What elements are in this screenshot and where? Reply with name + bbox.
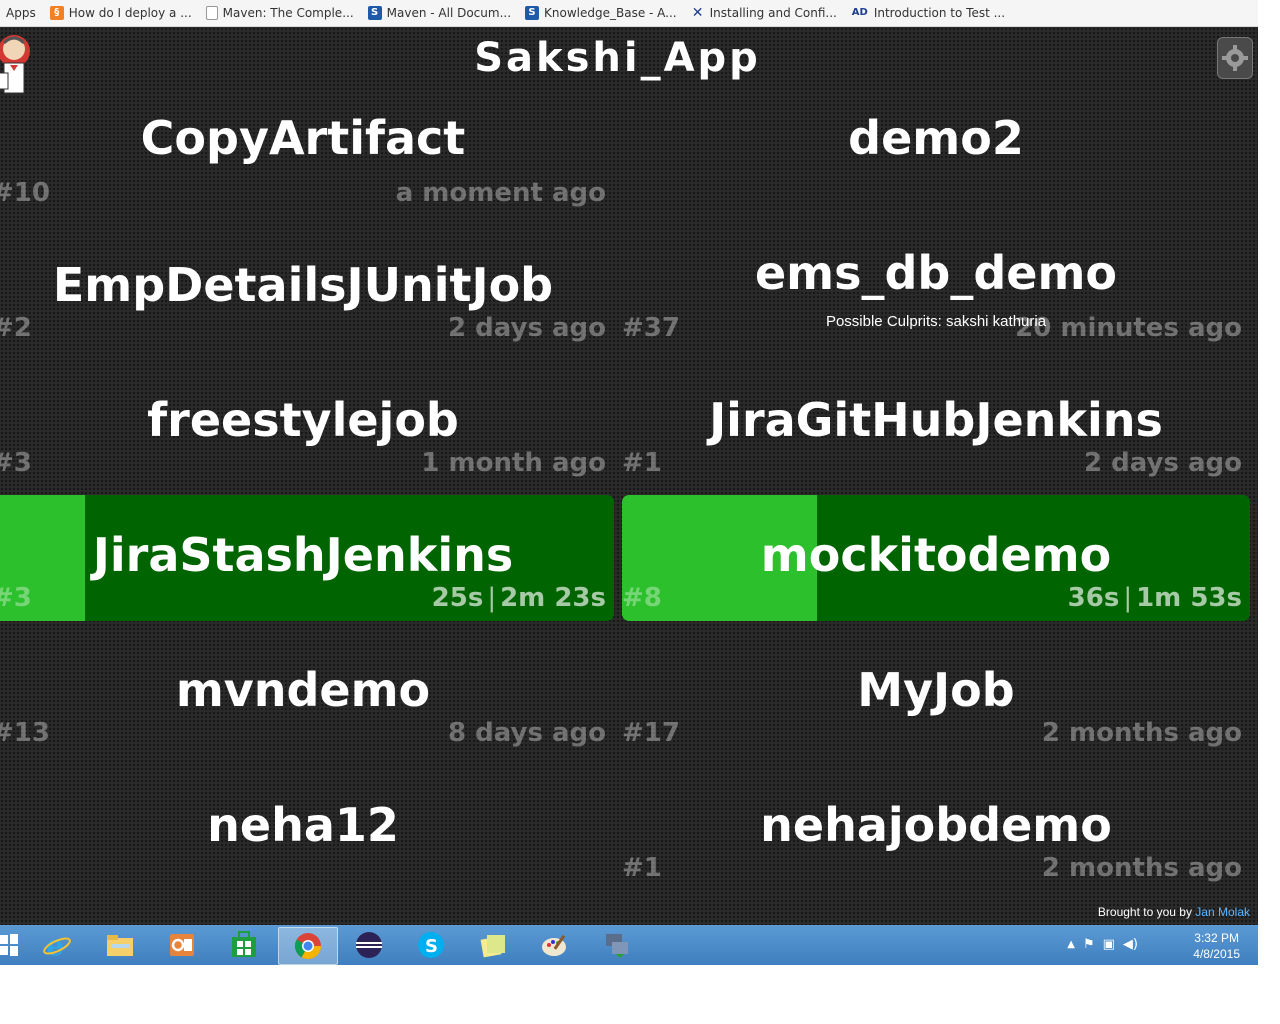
bookmark-apps[interactable]: Apps xyxy=(6,6,36,20)
outlook-icon[interactable] xyxy=(153,927,211,963)
job-name: demo2 xyxy=(848,111,1024,165)
build-time: 8 days ago xyxy=(448,718,606,748)
job-tile-jiragithubjenkins[interactable]: JiraGitHubJenkins #1 2 days ago xyxy=(622,360,1250,486)
chrome-icon[interactable] xyxy=(278,927,338,965)
clock-date: 4/8/2015 xyxy=(1193,947,1240,961)
credit-line: Brought to you by Jan Molak xyxy=(1098,905,1250,919)
bookmark-label: Maven - All Docum... xyxy=(386,6,512,20)
clock-time: 3:32 PM xyxy=(1194,931,1239,945)
build-number: #1 xyxy=(622,448,662,478)
build-number: #13 xyxy=(0,718,50,748)
job-name: neha12 xyxy=(207,798,399,852)
eclipse-icon[interactable] xyxy=(340,927,398,963)
job-tile-empdetailsjunitjob[interactable]: EmpDetailsJUnitJob #2 2 days ago xyxy=(0,225,614,351)
build-time: a moment ago xyxy=(395,178,606,208)
build-time: 2 months ago xyxy=(1041,718,1242,748)
job-name: nehajobdemo xyxy=(760,798,1112,852)
job-name: JiraGitHubJenkins xyxy=(709,393,1163,447)
build-number: #3 xyxy=(0,583,32,613)
sharepoint-icon: S xyxy=(525,6,540,20)
job-tile-ems-db-demo[interactable]: ems_db_demo Possible Culprits: sakshi ka… xyxy=(622,225,1250,351)
show-hidden-icons-icon[interactable]: ▲ xyxy=(1067,939,1075,950)
file-explorer-icon[interactable] xyxy=(91,927,149,963)
job-tile-neha12[interactable]: neha12 xyxy=(0,765,614,891)
sharepoint-icon: S xyxy=(367,6,382,20)
bookmarks-bar: Apps § How do I deploy a ... Maven: The … xyxy=(0,0,1258,27)
duration-separator: | xyxy=(487,583,497,613)
job-name: MyJob xyxy=(857,663,1015,717)
build-monitor-dashboard: Sakshi_App CopyArtifact #10 a moment ago… xyxy=(0,27,1258,925)
settings-button[interactable] xyxy=(1217,37,1253,79)
bookmark-label: Apps xyxy=(6,6,36,20)
bookmark-label: How do I deploy a ... xyxy=(68,6,192,20)
bookmark-label: Introduction to Test ... xyxy=(873,6,1006,20)
job-name: CopyArtifact xyxy=(140,111,466,165)
job-tile-jirastashjenkins[interactable]: JiraStashJenkins #3 25s|2m 23s xyxy=(0,495,614,621)
job-name: mockitodemo xyxy=(760,528,1112,582)
stackoverflow-icon: § xyxy=(49,6,64,20)
build-durations: 36s | 1m 53s xyxy=(1068,583,1242,613)
elapsed-time: 25s xyxy=(431,583,484,613)
gear-icon xyxy=(1222,45,1248,71)
build-time: 20 minutes ago xyxy=(1015,313,1242,343)
job-name: freestylejob xyxy=(147,393,459,447)
bookmark-how-do-i-deploy[interactable]: § How do I deploy a ... xyxy=(49,6,192,20)
bookmark-label: Maven: The Comple... xyxy=(222,6,354,20)
estimated-time: 2m 23s xyxy=(500,583,606,613)
credit-author-link[interactable]: Jan Molak xyxy=(1195,905,1250,919)
x-icon: ✕ xyxy=(691,5,704,21)
build-time: 1 month ago xyxy=(421,448,606,478)
system-tray: ▲ ⚑ ▣ ◀) xyxy=(1067,937,1138,952)
job-name: mvndemo xyxy=(175,663,431,717)
paint-icon[interactable] xyxy=(526,927,584,963)
build-number: #37 xyxy=(622,313,680,343)
bookmark-maven-all-docs[interactable]: S Maven - All Docum... xyxy=(367,6,512,20)
build-number: #1 xyxy=(622,853,662,883)
bookmark-intro-test[interactable]: AD Introduction to Test ... xyxy=(851,6,1005,20)
build-number: #8 xyxy=(622,583,662,613)
elapsed-time: 36s xyxy=(1067,583,1120,613)
svg-text:S: S xyxy=(425,936,438,957)
build-number: #2 xyxy=(0,313,32,343)
skype-icon[interactable]: S xyxy=(402,927,460,963)
job-tile-mockitodemo[interactable]: mockitodemo #8 36s | 1m 53s xyxy=(622,495,1250,621)
ad-icon: AD xyxy=(851,7,868,18)
build-number: #10 xyxy=(0,178,50,208)
internet-explorer-icon[interactable]: e xyxy=(28,927,86,963)
job-tile-myjob[interactable]: MyJob #17 2 months ago xyxy=(622,630,1250,756)
build-time: 2 months ago xyxy=(1041,853,1242,883)
bookmark-maven-complete[interactable]: Maven: The Comple... xyxy=(205,6,354,20)
bookmark-label: Installing and Confi... xyxy=(709,6,837,20)
network-icon[interactable]: ▣ xyxy=(1103,937,1115,952)
job-name: EmpDetailsJUnitJob xyxy=(52,258,554,312)
job-tile-nehajobdemo[interactable]: nehajobdemo #1 2 months ago xyxy=(622,765,1250,891)
credit-prefix: Brought to you by xyxy=(1097,905,1192,919)
build-durations: 25s | 2m 23s xyxy=(432,583,606,613)
job-tile-demo2[interactable]: demo2 xyxy=(622,90,1250,216)
dashboard-title: Sakshi_App xyxy=(474,35,761,81)
build-time: 2 days ago xyxy=(448,313,606,343)
system-clock[interactable]: 3:32 PM 4/8/2015 xyxy=(1193,930,1240,962)
job-tile-mvndemo[interactable]: mvndemo #13 8 days ago xyxy=(0,630,614,756)
start-icon[interactable] xyxy=(0,933,18,957)
build-number: #3 xyxy=(0,448,32,478)
volume-icon[interactable]: ◀) xyxy=(1123,937,1138,952)
page-icon xyxy=(205,6,218,20)
bookmark-knowledge-base[interactable]: S Knowledge_Base - A... xyxy=(525,6,677,20)
duration-separator: | xyxy=(1123,583,1133,613)
remote-desktop-icon[interactable] xyxy=(588,927,646,963)
action-center-flag-icon[interactable]: ⚑ xyxy=(1083,937,1095,952)
job-name: ems_db_demo xyxy=(754,246,1118,300)
estimated-time: 1m 53s xyxy=(1136,583,1242,613)
windows-taskbar: e S ▲ ⚑ ▣ ◀) 3:32 PM 4/8/2015 xyxy=(0,925,1258,965)
bookmark-label: Knowledge_Base - A... xyxy=(544,6,677,20)
job-tile-freestylejob[interactable]: freestylejob #3 1 month ago xyxy=(0,360,614,486)
job-name: JiraStashJenkins xyxy=(92,528,514,582)
store-icon[interactable] xyxy=(215,927,273,963)
job-tile-copyartifact[interactable]: CopyArtifact #10 a moment ago xyxy=(0,90,614,216)
sticky-notes-icon[interactable] xyxy=(464,927,522,963)
build-number: #17 xyxy=(622,718,680,748)
build-time: 2 days ago xyxy=(1084,448,1242,478)
bookmark-installing[interactable]: ✕ Installing and Confi... xyxy=(691,6,837,20)
